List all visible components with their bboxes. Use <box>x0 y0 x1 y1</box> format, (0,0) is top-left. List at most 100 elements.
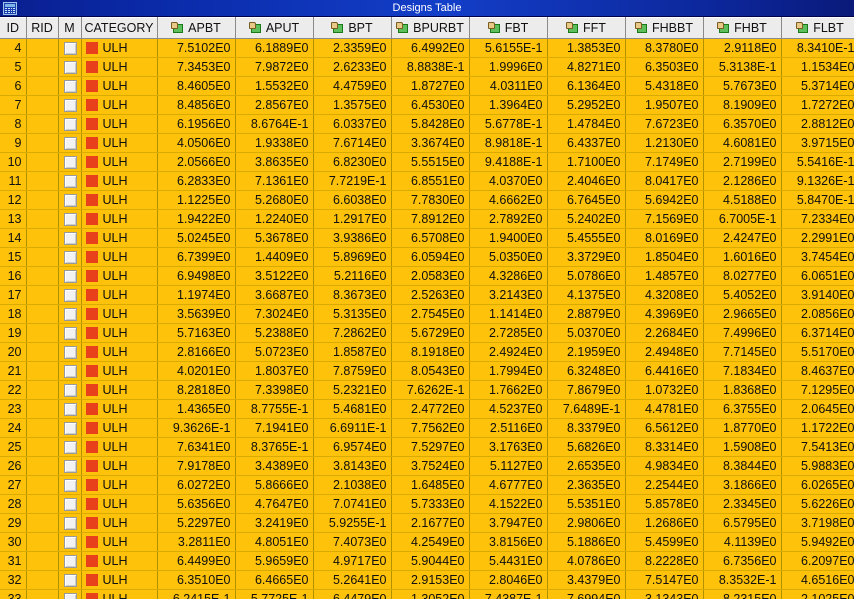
data-cell[interactable]: 2.9806E0 <box>547 513 626 533</box>
row-marker-cell[interactable] <box>58 532 82 552</box>
table-row[interactable]: 33 ULH 6.2415E-1 5.7725E-1 6.4479E0 1.3052E0 7… <box>0 589 854 599</box>
data-cell[interactable]: 2.7892E0 <box>469 209 548 229</box>
row-category-cell[interactable]: ULH <box>81 133 158 153</box>
table-row[interactable]: 7 ULH 8.4856E0 2.8567E0 1.3575E0 6.4530E0 1.39… <box>0 95 854 115</box>
data-cell[interactable]: 1.8037E0 <box>235 361 314 381</box>
row-category-cell[interactable]: ULH <box>81 247 158 267</box>
data-cell[interactable]: 7.1749E0 <box>625 152 704 172</box>
data-cell[interactable]: 1.6016E0 <box>703 247 782 267</box>
data-cell[interactable]: 6.2833E0 <box>157 171 236 191</box>
data-cell[interactable]: 5.3678E0 <box>235 228 314 248</box>
data-cell[interactable]: 8.3844E0 <box>703 456 782 476</box>
data-cell[interactable]: 1.9400E0 <box>469 228 548 248</box>
data-cell[interactable]: 3.2143E0 <box>469 285 548 305</box>
data-cell[interactable]: 4.9717E0 <box>313 551 392 571</box>
data-cell[interactable]: 3.9715E0 <box>781 133 854 153</box>
data-cell[interactable]: 8.6764E-1 <box>235 114 314 134</box>
table-row[interactable]: 9 ULH 4.0506E0 1.9338E0 7.6714E0 3.3674E0 8.98… <box>0 133 854 153</box>
data-cell[interactable]: 4.9834E0 <box>625 456 704 476</box>
row-checkbox[interactable] <box>63 574 77 588</box>
row-checkbox[interactable] <box>63 346 77 360</box>
table-row[interactable]: 24 ULH 9.3626E-1 7.1941E0 6.6911E-1 7.7562E0 2… <box>0 418 854 438</box>
data-cell[interactable]: 6.7005E-1 <box>703 209 782 229</box>
row-marker-cell[interactable] <box>58 437 82 457</box>
data-cell[interactable]: 7.7830E0 <box>391 190 470 210</box>
data-cell[interactable]: 1.5908E0 <box>703 437 782 457</box>
data-cell[interactable]: 3.1866E0 <box>703 475 782 495</box>
data-cell[interactable]: 5.7163E0 <box>157 323 236 343</box>
data-cell[interactable]: 7.1569E0 <box>625 209 704 229</box>
data-cell[interactable]: 8.0543E0 <box>391 361 470 381</box>
data-cell[interactable]: 1.3853E0 <box>547 38 626 58</box>
data-cell[interactable]: 6.2097E0 <box>781 551 854 571</box>
row-checkbox[interactable] <box>63 555 77 569</box>
data-cell[interactable]: 1.2917E0 <box>313 209 392 229</box>
column-header-apbt[interactable]: APBT <box>157 17 236 39</box>
data-cell[interactable]: 1.3964E0 <box>469 95 548 115</box>
table-row[interactable]: 21 ULH 4.0201E0 1.8037E0 7.8759E0 8.0543E0 1.7… <box>0 361 854 381</box>
row-checkbox[interactable] <box>63 593 77 599</box>
row-category-cell[interactable]: ULH <box>81 589 158 599</box>
data-cell[interactable]: 9.3626E-1 <box>157 418 236 438</box>
data-cell[interactable]: 8.2228E0 <box>625 551 704 571</box>
data-cell[interactable]: 5.8428E0 <box>391 114 470 134</box>
data-cell[interactable]: 8.3765E-1 <box>235 437 314 457</box>
row-checkbox[interactable] <box>63 441 77 455</box>
data-cell[interactable]: 6.9574E0 <box>313 437 392 457</box>
row-category-cell[interactable]: ULH <box>81 551 158 571</box>
data-cell[interactable]: 2.4948E0 <box>625 342 704 362</box>
data-cell[interactable]: 5.0723E0 <box>235 342 314 362</box>
data-cell[interactable]: 3.2811E0 <box>157 532 236 552</box>
data-cell[interactable]: 1.5532E0 <box>235 76 314 96</box>
data-cell[interactable]: 5.2321E0 <box>313 380 392 400</box>
data-cell[interactable]: 5.9659E0 <box>235 551 314 571</box>
data-cell[interactable]: 6.4416E0 <box>625 361 704 381</box>
row-marker-cell[interactable] <box>58 133 82 153</box>
data-cell[interactable]: 6.4992E0 <box>391 38 470 58</box>
row-category-cell[interactable]: ULH <box>81 532 158 552</box>
data-cell[interactable]: 4.6516E0 <box>781 570 854 590</box>
table-row[interactable]: 11 ULH 6.2833E0 7.1361E0 7.7219E-1 6.8551E0 4.… <box>0 171 854 191</box>
data-cell[interactable]: 7.0741E0 <box>313 494 392 514</box>
row-category-cell[interactable]: ULH <box>81 228 158 248</box>
data-cell[interactable]: 7.6994E0 <box>547 589 626 599</box>
row-category-cell[interactable]: ULH <box>81 95 158 115</box>
data-cell[interactable]: 8.9818E-1 <box>469 133 548 153</box>
table-row[interactable]: 29 ULH 5.2297E0 3.2419E0 5.9255E-1 2.1677E0 3.… <box>0 513 854 533</box>
data-cell[interactable]: 1.2130E0 <box>625 133 704 153</box>
data-cell[interactable]: 3.2419E0 <box>235 513 314 533</box>
data-cell[interactable]: 5.5515E0 <box>391 152 470 172</box>
row-checkbox[interactable] <box>63 61 77 75</box>
data-cell[interactable]: 1.4857E0 <box>625 266 704 286</box>
data-cell[interactable]: 5.0786E0 <box>547 266 626 286</box>
data-cell[interactable]: 1.7272E0 <box>781 95 854 115</box>
table-row[interactable]: 12 ULH 1.1225E0 5.2680E0 6.6038E0 7.7830E0 4.6… <box>0 190 854 210</box>
row-checkbox[interactable] <box>63 80 77 94</box>
data-cell[interactable]: 3.8143E0 <box>313 456 392 476</box>
data-cell[interactable]: 2.6535E0 <box>547 456 626 476</box>
table-row[interactable]: 15 ULH 6.7399E0 1.4409E0 5.8969E0 6.0594E0 5.0… <box>0 247 854 267</box>
data-cell[interactable]: 1.8770E0 <box>703 418 782 438</box>
data-cell[interactable]: 5.5351E0 <box>547 494 626 514</box>
row-category-cell[interactable]: ULH <box>81 209 158 229</box>
data-cell[interactable]: 1.4365E0 <box>157 399 236 419</box>
table-row[interactable]: 6 ULH 8.4605E0 1.5532E0 4.4759E0 1.8727E0 4.03… <box>0 76 854 96</box>
data-cell[interactable]: 1.1225E0 <box>157 190 236 210</box>
data-cell[interactable]: 7.8759E0 <box>313 361 392 381</box>
row-checkbox[interactable] <box>63 270 77 284</box>
data-cell[interactable]: 1.7100E0 <box>547 152 626 172</box>
data-cell[interactable]: 1.1534E0 <box>781 57 854 77</box>
data-cell[interactable]: 6.4479E0 <box>313 589 392 599</box>
data-cell[interactable]: 8.4856E0 <box>157 95 236 115</box>
data-cell[interactable]: 7.1295E0 <box>781 380 854 400</box>
data-cell[interactable]: 6.3510E0 <box>157 570 236 590</box>
data-cell[interactable]: 2.6233E0 <box>313 57 392 77</box>
data-cell[interactable]: 7.8912E0 <box>391 209 470 229</box>
row-marker-cell[interactable] <box>58 114 82 134</box>
data-cell[interactable]: 4.7647E0 <box>235 494 314 514</box>
data-cell[interactable]: 5.1886E0 <box>547 532 626 552</box>
data-cell[interactable]: 1.8504E0 <box>625 247 704 267</box>
data-cell[interactable]: 1.8727E0 <box>391 76 470 96</box>
row-category-cell[interactable]: ULH <box>81 76 158 96</box>
data-cell[interactable]: 6.1364E0 <box>547 76 626 96</box>
